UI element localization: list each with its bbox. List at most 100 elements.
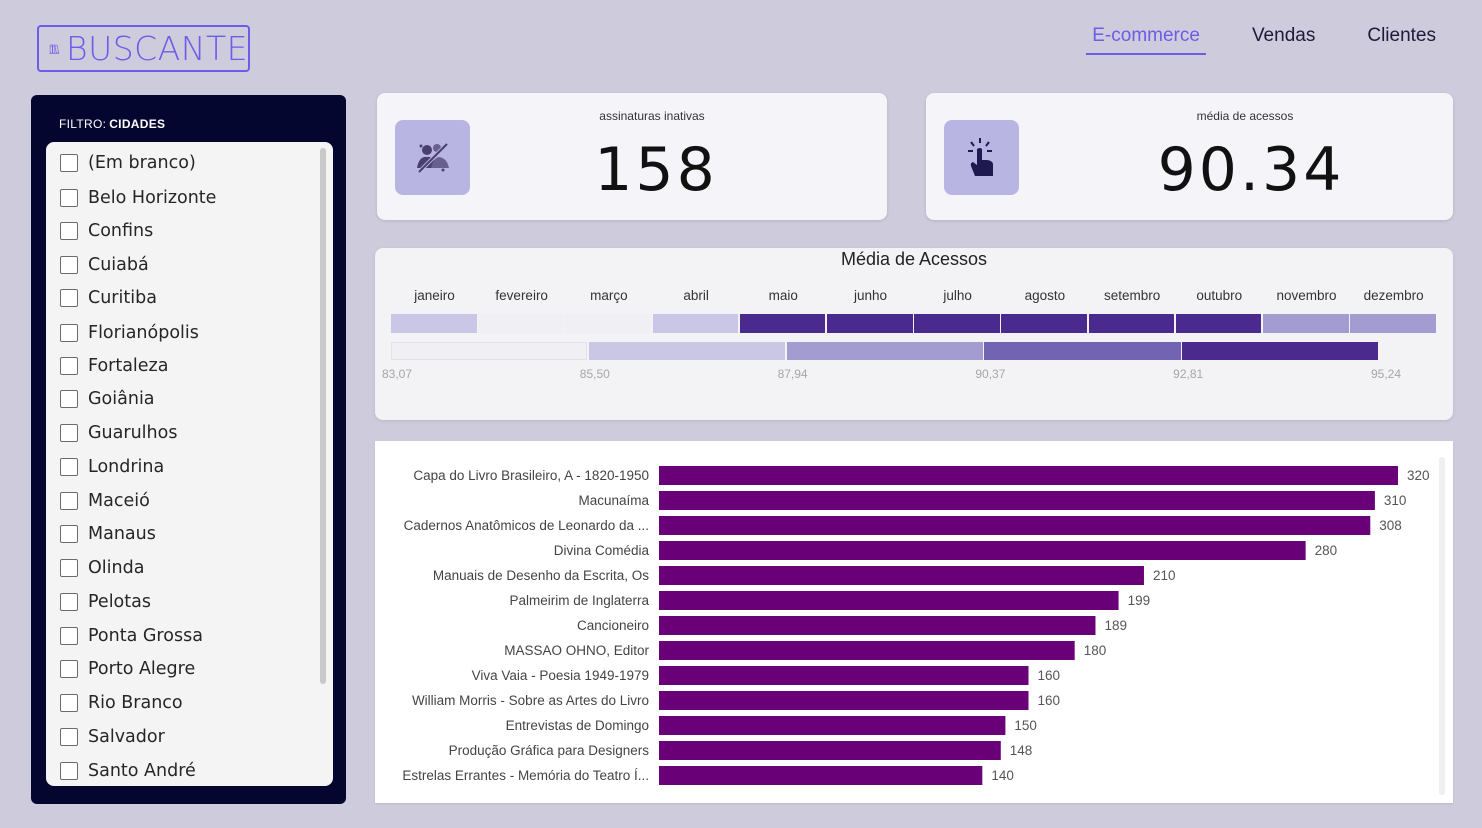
heatmap-cell[interactable]: [478, 314, 564, 333]
filter-item[interactable]: Cuiabá: [60, 253, 149, 277]
filter-item-label: Salvador: [88, 727, 165, 747]
heatmap-month-label: julho: [943, 288, 972, 303]
filter-item[interactable]: Maceió: [60, 489, 150, 513]
heatmap-cell[interactable]: [1350, 314, 1436, 333]
heatmap-cell[interactable]: [652, 314, 739, 333]
filter-checkbox[interactable]: [60, 627, 78, 645]
filter-item[interactable]: (Em branco): [60, 151, 196, 175]
monthly-access-heatmap: Média de Acessos janeiro fevereiro março ab…: [375, 248, 1453, 420]
kpi-card-average-accesses: média de acessos 90.34: [926, 93, 1453, 220]
filter-item-label: Goiânia: [88, 389, 155, 409]
bar[interactable]: [659, 616, 1096, 635]
filter-checkbox[interactable]: [60, 660, 78, 678]
heatmap-month-label: setembro: [1103, 288, 1161, 303]
filter-item[interactable]: Belo Horizonte: [60, 186, 216, 210]
kpi-card-inactive-subscriptions: assinaturas inativas 158: [377, 93, 887, 220]
heatmap-legend-label: 95,24: [1370, 367, 1402, 381]
filter-checkbox[interactable]: [60, 492, 78, 510]
bar[interactable]: [659, 666, 1029, 685]
bar[interactable]: [659, 566, 1144, 585]
heatmap-month-label: abril: [683, 288, 709, 303]
filter-list: (Em branco) Belo Horizonte Confins Cuiabá Cu…: [46, 142, 333, 786]
bar-category-label: Entrevistas de Domingo: [506, 718, 649, 733]
filter-item[interactable]: Manaus: [60, 522, 156, 546]
heatmap-cell[interactable]: [391, 314, 477, 333]
filter-checkbox[interactable]: [60, 154, 78, 172]
filter-checkbox[interactable]: [60, 222, 78, 240]
filter-checkbox[interactable]: [60, 357, 78, 375]
city-filter-panel: FILTRO: CIDADES (Em branco) Belo Horizonte…: [31, 95, 346, 804]
logo[interactable]: BUSCANTE: [37, 25, 250, 72]
bar[interactable]: [659, 716, 1006, 735]
filter-checkbox[interactable]: [60, 189, 78, 207]
bar-category-label: Cancioneiro: [577, 618, 649, 633]
filter-item[interactable]: Guarulhos: [60, 421, 177, 445]
nav-ecommerce[interactable]: E-commerce: [1086, 25, 1206, 55]
heatmap-cell[interactable]: [739, 314, 826, 333]
filter-item-label: Porto Alegre: [88, 659, 196, 679]
bar[interactable]: [659, 466, 1398, 485]
bar-value-label: 210: [1153, 568, 1176, 583]
filter-item[interactable]: Santo André: [60, 759, 196, 783]
filter-item[interactable]: Goiânia: [60, 387, 155, 411]
heatmap-month-label: março: [590, 288, 628, 303]
filter-checkbox[interactable]: [60, 256, 78, 274]
filter-item[interactable]: Confins: [60, 219, 153, 243]
filter-name: CIDADES: [109, 117, 166, 131]
bar-chart-scrollbar[interactable]: [1439, 457, 1445, 795]
heatmap-cell[interactable]: [1088, 314, 1175, 333]
filter-checkbox[interactable]: [60, 762, 78, 780]
filter-checkbox[interactable]: [60, 424, 78, 442]
filter-checkbox[interactable]: [60, 390, 78, 408]
bar-value-label: 280: [1315, 543, 1338, 558]
bar[interactable]: [659, 591, 1119, 610]
bar-value-label: 148: [1010, 743, 1033, 758]
bar-value-label: 189: [1104, 618, 1127, 633]
filter-item[interactable]: Porto Alegre: [60, 657, 195, 681]
heatmap-cell[interactable]: [1175, 314, 1262, 333]
filter-item[interactable]: Pelotas: [60, 590, 151, 614]
bar[interactable]: [659, 516, 1371, 535]
heatmap-cell[interactable]: [914, 314, 1000, 333]
filter-item[interactable]: Curitiba: [60, 286, 157, 310]
filter-item[interactable]: Florianópolis: [60, 321, 199, 345]
nav-vendas[interactable]: Vendas: [1246, 25, 1321, 55]
heatmap-cell[interactable]: [827, 314, 913, 333]
bar[interactable]: [659, 541, 1306, 560]
filter-item-label: Olinda: [88, 558, 145, 578]
filter-item-label: Fortaleza: [88, 356, 169, 376]
bar-value-label: 199: [1128, 593, 1151, 608]
filter-item[interactable]: Londrina: [60, 455, 164, 479]
filter-item[interactable]: Fortaleza: [60, 354, 168, 378]
bar-value-label: 150: [1014, 718, 1037, 733]
filter-scrollbar[interactable]: [320, 148, 326, 684]
bar[interactable]: [659, 641, 1075, 660]
bar[interactable]: [659, 691, 1029, 710]
heatmap-cell[interactable]: [1263, 314, 1349, 333]
filter-item-label: Belo Horizonte: [88, 188, 217, 208]
heatmap-legend-label: 92,81: [1173, 367, 1204, 381]
filter-checkbox[interactable]: [60, 593, 78, 611]
heatmap-legend-swatch: [786, 342, 983, 360]
filter-checkbox[interactable]: [60, 728, 78, 746]
filter-checkbox[interactable]: [60, 458, 78, 476]
filter-item[interactable]: Rio Branco: [60, 691, 183, 715]
filter-checkbox[interactable]: [60, 289, 78, 307]
filter-item[interactable]: Olinda: [60, 556, 144, 580]
filter-item[interactable]: Ponta Grossa: [60, 624, 203, 648]
bar[interactable]: [659, 491, 1375, 510]
bar-category-label: MASSAO OHNO, Editor: [504, 643, 649, 658]
filter-checkbox[interactable]: [60, 525, 78, 543]
filter-item[interactable]: Salvador: [60, 725, 165, 749]
bar-category-label: Macunaíma: [578, 493, 649, 508]
heatmap-cell[interactable]: [1001, 314, 1088, 333]
filter-item-label: Manaus: [88, 524, 156, 544]
bar[interactable]: [659, 741, 1001, 760]
bar[interactable]: [659, 766, 983, 785]
filter-checkbox[interactable]: [60, 694, 78, 712]
filter-checkbox[interactable]: [60, 559, 78, 577]
heatmap-month-label: maio: [768, 288, 798, 303]
nav-clientes[interactable]: Clientes: [1361, 25, 1442, 55]
filter-checkbox[interactable]: [60, 324, 78, 342]
heatmap-cell[interactable]: [565, 314, 652, 333]
